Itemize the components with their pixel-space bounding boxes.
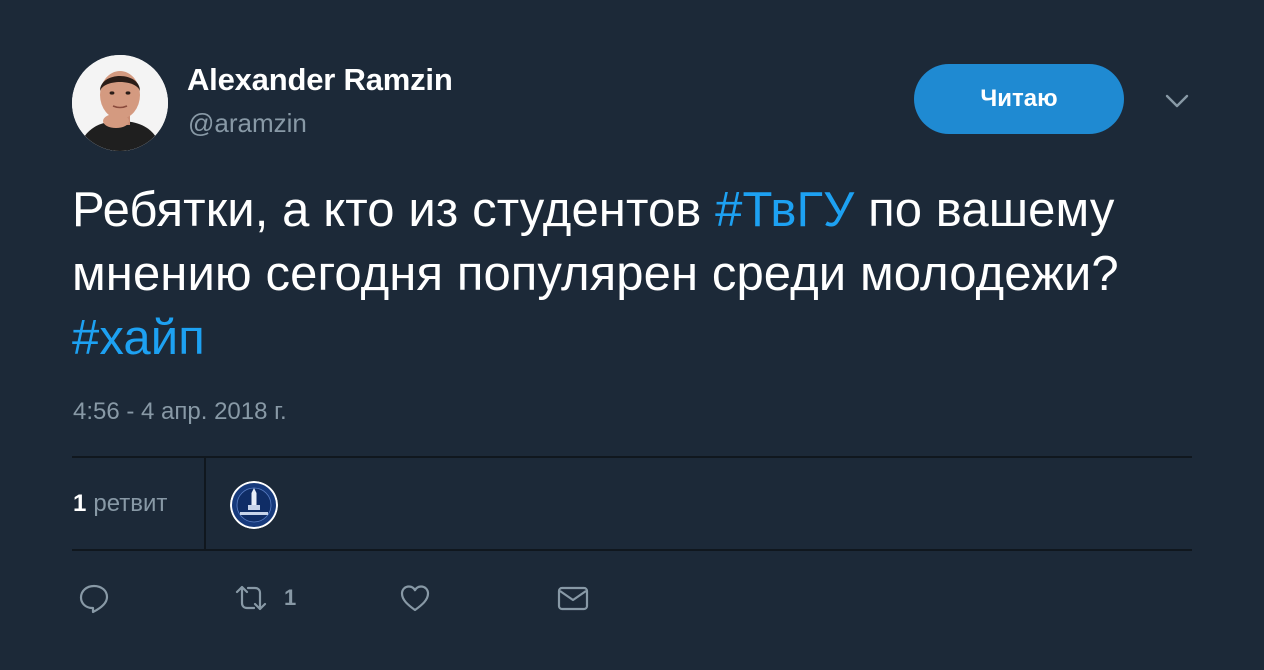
- tweet-card: Alexander Ramzin @aramzin Читаю Ребятки,…: [0, 0, 1264, 670]
- divider: [72, 456, 1192, 458]
- heart-icon: [400, 585, 430, 612]
- retweet-stat-label: ретвит: [93, 490, 168, 517]
- chevron-down-icon[interactable]: [1162, 86, 1192, 116]
- author-display-name[interactable]: Alexander Ramzin: [187, 62, 453, 98]
- retweet-button[interactable]: 1: [234, 580, 296, 616]
- envelope-icon: [557, 586, 589, 611]
- tweet-text-part: Ребятки, а кто из студентов: [72, 183, 716, 237]
- tweet-text: Ребятки, а кто из студентов #ТвГУ по ваш…: [72, 178, 1202, 370]
- like-button[interactable]: [398, 580, 432, 616]
- avatar-photo: [72, 55, 168, 151]
- author-handle[interactable]: @aramzin: [188, 108, 307, 139]
- retweet-count: 1: [284, 585, 297, 610]
- divider: [204, 458, 206, 550]
- following-button[interactable]: Читаю: [914, 64, 1124, 134]
- retweet-stat[interactable]: 1 ретвит: [73, 490, 167, 518]
- divider: [72, 549, 1192, 551]
- university-logo-icon: [230, 481, 278, 529]
- retweet-icon: [235, 585, 267, 611]
- hashtag-link[interactable]: #хайп: [72, 311, 205, 365]
- reply-icon: [79, 584, 109, 614]
- retweeter-avatar[interactable]: [230, 481, 278, 529]
- retweet-stat-count: 1: [73, 490, 87, 517]
- reply-button[interactable]: [77, 580, 111, 616]
- tweet-timestamp[interactable]: 4:56 - 4 апр. 2018 г.: [73, 398, 287, 426]
- direct-message-button[interactable]: [556, 580, 590, 616]
- author-avatar[interactable]: [72, 55, 168, 151]
- hashtag-link[interactable]: #ТвГУ: [715, 183, 854, 237]
